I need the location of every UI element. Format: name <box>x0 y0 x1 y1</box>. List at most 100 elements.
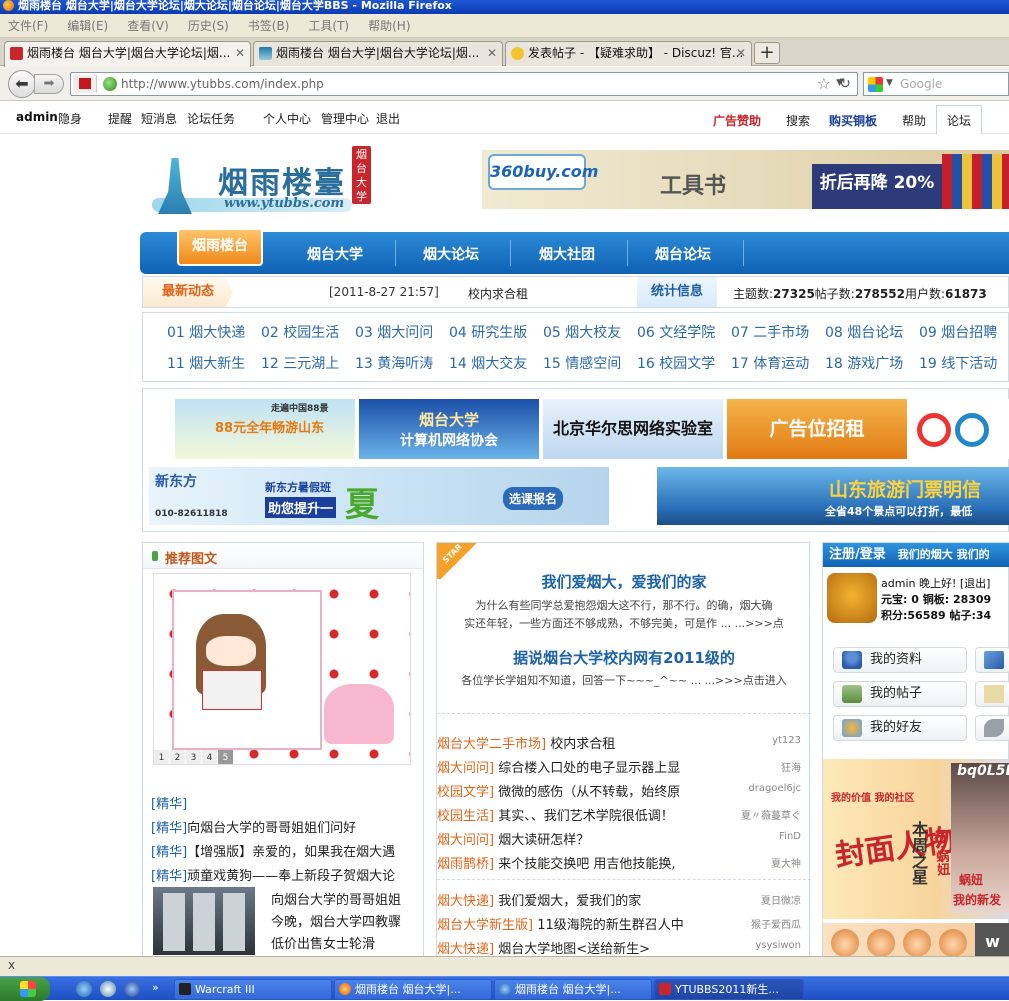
menu-help[interactable]: 帮助(H) <box>368 17 410 34</box>
edit-button[interactable] <box>975 647 1009 673</box>
google-icon[interactable] <box>868 77 883 92</box>
quicklaunch-icon[interactable] <box>100 981 116 997</box>
leaf-button[interactable] <box>975 715 1009 741</box>
thread-row[interactable]: 烟台大学新生版] 11级海院的新生群召人中 猴子爱西瓜 <box>437 914 807 934</box>
my-friends-button[interactable]: 我的好友 <box>833 715 967 741</box>
ie-icon[interactable] <box>76 981 92 997</box>
category-link[interactable]: 14 烟大交友 <box>449 353 527 373</box>
category-link[interactable]: 05 烟大校友 <box>543 322 621 342</box>
thread-row[interactable]: 烟大问问] 烟大读研怎样？ FinD <box>437 829 807 849</box>
featured-thread[interactable]: [精华] <box>151 793 421 812</box>
thread-row[interactable]: 烟大快递] 烟台大学地图<送给新生> ysysiwon <box>437 938 807 958</box>
nav-item[interactable]: 烟台论坛 <box>655 244 711 264</box>
emoticon-strip[interactable]: w <box>823 923 1009 960</box>
profile-center-link[interactable]: 个人中心 <box>263 110 311 127</box>
menu-history[interactable]: 历史(S) <box>188 17 229 34</box>
help-link[interactable]: 帮助 <box>902 112 926 129</box>
tab-3[interactable]: 发表帖子 - 【疑难求助】 - Discuz! 官... ✕ <box>505 41 752 66</box>
category-link[interactable]: 03 烟大问问 <box>355 322 433 342</box>
category-link[interactable]: 13 黄海听涛 <box>355 353 433 373</box>
category-link[interactable]: 06 文经学院 <box>637 322 715 342</box>
logout-link[interactable]: 退出 <box>376 110 400 127</box>
ad-sponsor-link[interactable]: 广告赞助 <box>713 112 761 129</box>
slide-page[interactable]: 3 <box>186 750 202 764</box>
thread-thumbnail[interactable] <box>153 887 255 955</box>
category-link[interactable]: 04 研究生版 <box>449 322 527 342</box>
back-button[interactable]: ⬅ <box>8 70 36 98</box>
bookmark-star-icon[interactable]: ☆ <box>817 74 831 93</box>
close-icon[interactable]: ✕ <box>736 42 746 64</box>
category-link[interactable]: 19 线下活动 <box>919 353 997 373</box>
my-profile-button[interactable]: 我的资料 <box>833 647 967 673</box>
search-input[interactable]: ▼ Google <box>863 72 1009 96</box>
url-bar[interactable]: http://www.ytubbs.com/index.php ☆ ▼ <box>70 72 858 96</box>
banner-bike[interactable] <box>911 399 1009 459</box>
thread-row[interactable]: 烟雨鹊桥] 来个技能交换吧 用吉他技能换, 夏大神 <box>437 853 807 873</box>
category-link[interactable]: 07 二手市场 <box>731 322 809 342</box>
category-link[interactable]: 09 烟台招聘 <box>919 322 997 342</box>
search-link[interactable]: 搜索 <box>786 112 810 129</box>
forward-button[interactable]: ➡ <box>34 74 64 94</box>
notes-button[interactable] <box>975 681 1009 707</box>
start-button[interactable] <box>0 977 50 1001</box>
nav-item[interactable]: 烟台大学 <box>307 244 363 264</box>
slide-page-active[interactable]: 5 <box>218 750 234 764</box>
messages-link[interactable]: 短消息 <box>141 110 177 127</box>
category-link[interactable]: 12 三元湖上 <box>261 353 339 373</box>
new-tab-button[interactable]: + <box>754 42 780 64</box>
category-link[interactable]: 18 游戏广场 <box>825 353 903 373</box>
login-header[interactable]: 注册/登录 我们的烟大 我们的 <box>823 543 1009 567</box>
category-link[interactable]: 11 烟大新生 <box>167 353 245 373</box>
category-link[interactable]: 15 情感空间 <box>543 353 621 373</box>
headline-link[interactable]: 我们爱烟大，爱我们的家 <box>437 571 811 592</box>
featured-image[interactable]: 1 2 3 4 5 <box>153 573 411 765</box>
close-icon[interactable]: ✕ <box>235 42 245 64</box>
url-text[interactable]: http://www.ytubbs.com/index.php <box>121 77 324 91</box>
category-link[interactable]: 16 校园文学 <box>637 353 715 373</box>
menu-view[interactable]: 查看(V) <box>127 17 169 34</box>
menu-bookmarks[interactable]: 书签(B) <box>248 17 290 34</box>
category-link[interactable]: 01 烟大快递 <box>167 322 245 342</box>
tab-2[interactable]: 烟雨楼台 烟台大学|烟台大学论坛|烟... ✕ <box>253 41 503 66</box>
menu-file[interactable]: 文件(F) <box>8 17 48 34</box>
banner-shandong[interactable]: 山东旅游门票明信 全省48个景点可以打折，最低 <box>657 467 1009 525</box>
cover-star-ad[interactable]: 我的价值 我的社区 封面人物 本周之星 ID:蜗妞 bq0L5L 蜗妞 我的新发 <box>823 759 1009 919</box>
banner-xdf[interactable]: 新东方 010-82611818 新东方暑假班 助您提升一 夏 选课报名 <box>149 467 609 525</box>
site-identity-icon[interactable] <box>73 75 97 93</box>
nav-item[interactable]: 烟大论坛 <box>423 244 479 264</box>
chevron-right-icon[interactable]: » <box>152 981 159 994</box>
slide-page[interactable]: 4 <box>202 750 218 764</box>
slide-page[interactable]: 1 <box>154 750 170 764</box>
menu-tools[interactable]: 工具(T) <box>308 17 349 34</box>
tasks-link[interactable]: 论坛任务 <box>187 110 235 127</box>
close-icon[interactable]: ✕ <box>487 42 497 64</box>
forum-tab[interactable]: 论坛 <box>936 105 982 135</box>
news-title[interactable]: 校内求合租 <box>468 285 528 302</box>
banner-netassoc[interactable]: 烟台大学 计算机网络协会 <box>359 399 539 459</box>
remind-link[interactable]: 提醒 <box>108 110 132 127</box>
top-ad-banner[interactable]: 360buy.com 工具书 折后再降 20% <box>482 150 1009 209</box>
tab-1[interactable]: 烟雨楼台 烟台大学|烟台大学论坛|烟... ✕ <box>4 41 251 67</box>
thumb-text[interactable]: 今晚，烟台大学四教骤 <box>271 911 421 930</box>
thumb-text[interactable]: 向烟台大学的哥哥姐姐 <box>271 889 421 908</box>
quicklaunch-icon[interactable] <box>124 981 140 997</box>
banner-lab[interactable]: 北京华尔思网络实验室 <box>543 399 723 459</box>
avatar[interactable] <box>827 573 877 623</box>
buy-coins-link[interactable]: 购买铜板 <box>829 112 877 129</box>
slide-page[interactable]: 2 <box>170 750 186 764</box>
thumb-text[interactable]: 低价出售女士轮滑 <box>271 933 421 952</box>
featured-thread[interactable]: [精华]向烟台大学的哥哥姐姐们问好 <box>151 817 421 836</box>
nav-item[interactable]: 烟大社团 <box>539 244 595 264</box>
my-posts-button[interactable]: 我的帖子 <box>833 681 967 707</box>
category-link[interactable]: 17 体育运动 <box>731 353 809 373</box>
thread-row[interactable]: 校园生活] 其实、、我们艺术学院很低调！ 夏〃薇蔓草ぐ <box>437 805 807 825</box>
thread-row[interactable]: 烟大问问] 综合楼入口处的电子显示器上显 狂海 <box>437 757 807 777</box>
chevron-down-icon[interactable]: ▼ <box>886 78 893 88</box>
invisible-link[interactable]: 隐身 <box>58 110 82 127</box>
taskbar-item[interactable]: YTUBBS2011新生... <box>654 979 804 1000</box>
thread-row[interactable]: 烟台大学二手市场] 校内求合租 yt123 <box>437 733 807 753</box>
nav-home[interactable]: 烟雨楼台 <box>177 228 263 266</box>
thread-row[interactable]: 烟大快递] 我们爱烟大，爱我们的家 夏日微凉 <box>437 890 807 910</box>
site-logo[interactable]: 烟雨楼臺 www.ytubbs.com 烟台大学 <box>152 146 372 218</box>
category-link[interactable]: 02 校园生活 <box>261 322 339 342</box>
